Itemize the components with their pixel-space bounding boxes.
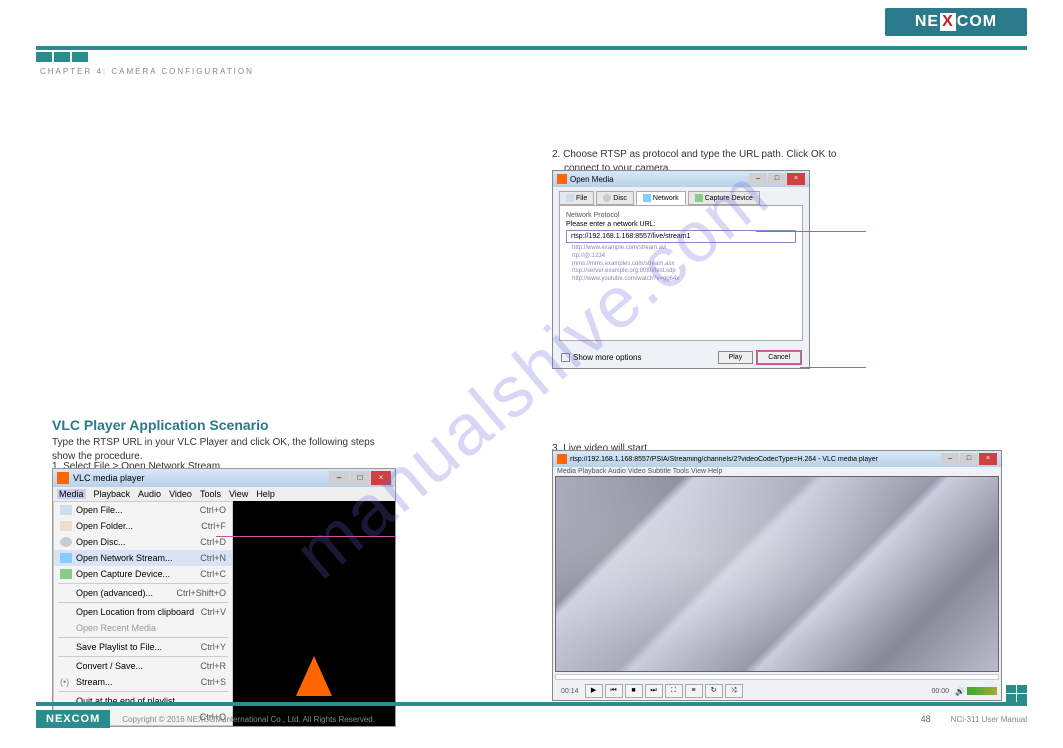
- menu-item-convert[interactable]: Convert / Save...Ctrl+R: [54, 658, 232, 674]
- media-dropdown: Open File...Ctrl+O Open Folder...Ctrl+F …: [53, 501, 233, 726]
- open-media-footer: Show more options Play Cancel: [553, 347, 809, 368]
- close-icon[interactable]: ×: [787, 173, 805, 185]
- open-media-tabs: File Disc Network Capture Device: [553, 187, 809, 205]
- callout-line-1: [216, 536, 396, 537]
- menu-help[interactable]: Help: [256, 489, 275, 499]
- close-icon[interactable]: ×: [371, 471, 391, 485]
- brand-logo: NEXCOM: [885, 8, 1027, 36]
- network-protocol-label: Network Protocol: [566, 212, 796, 219]
- cancel-button[interactable]: Cancel: [757, 351, 801, 364]
- menu-item-open-network-stream[interactable]: Open Network Stream...Ctrl+N: [54, 550, 232, 566]
- menu-item-open-capture[interactable]: Open Capture Device...Ctrl+C: [54, 566, 232, 582]
- tab-capture[interactable]: Capture Device: [688, 191, 760, 205]
- url-prompt: Please enter a network URL:: [566, 221, 796, 228]
- header-rule: [36, 46, 1027, 50]
- play-button[interactable]: ▶: [585, 684, 603, 698]
- footer-manual: NCi-311 User Manual: [951, 715, 1027, 724]
- more-options-label: Show more options: [573, 353, 641, 362]
- vlc-video-area: [233, 501, 395, 726]
- menu-audio[interactable]: Audio: [138, 489, 161, 499]
- menu-tools[interactable]: Tools: [200, 489, 221, 499]
- minimize-icon[interactable]: –: [941, 453, 959, 465]
- section-title: VLC Player Application Scenario: [52, 416, 269, 436]
- playlist-button[interactable]: ≡: [685, 684, 703, 698]
- video-canvas: [555, 476, 999, 672]
- footer-copyright: Copyright © 2016 NEXCOM International Co…: [122, 715, 375, 724]
- step2-text1: 2. Choose RTSP as protocol and type the …: [552, 148, 836, 162]
- video-screenshot: rtsp://192.168.1.168:8557/PSIA/Streaming…: [552, 450, 1002, 701]
- footer-blocks: [1006, 685, 1027, 702]
- chapter-label: CHAPTER 4: CAMERA CONFIGURATION: [40, 66, 254, 77]
- vlc-menubar: Media Playback Audio Video Tools View He…: [53, 487, 395, 501]
- open-media-screenshot: Open Media – □ × File Disc Network Captu…: [552, 170, 810, 369]
- page-header: NEXCOM: [0, 0, 1063, 60]
- menu-item-open-clipboard[interactable]: Open Location from clipboardCtrl+V: [54, 604, 232, 620]
- time-total: 00:00: [932, 688, 950, 695]
- callout-line-url: [756, 231, 866, 232]
- vlc-title: VLC media player: [73, 473, 145, 483]
- vlc-icon: [57, 472, 69, 484]
- tab-disc[interactable]: Disc: [596, 191, 634, 205]
- video-controls: 00:14 ▶ ⏮ ■ ⏭ ⛶ ≡ ↻ ⤨ 00:00 🔊: [553, 682, 1001, 700]
- footer-logo: NEXCOM: [36, 710, 110, 728]
- open-media-titlebar: Open Media – □ ×: [553, 171, 809, 187]
- vlc-icon: [557, 174, 567, 184]
- callout-line-cancel: [800, 367, 866, 368]
- volume-slider[interactable]: [967, 687, 997, 695]
- minimize-icon[interactable]: –: [749, 173, 767, 185]
- vlc-titlebar: VLC media player – □ ×: [53, 469, 395, 487]
- maximize-icon[interactable]: □: [768, 173, 786, 185]
- time-elapsed: 00:14: [561, 688, 579, 695]
- close-icon[interactable]: ×: [979, 453, 997, 465]
- video-menubar[interactable]: Media Playback Audio Video Subtitle Tool…: [553, 467, 1001, 476]
- url-examples: http://www.example.com/stream.avi rtp://…: [566, 245, 796, 284]
- loop-button[interactable]: ↻: [705, 684, 723, 698]
- minimize-icon[interactable]: –: [329, 471, 349, 485]
- fullscreen-button[interactable]: ⛶: [665, 684, 683, 698]
- play-button[interactable]: Play: [718, 351, 754, 364]
- menu-media[interactable]: Media: [57, 489, 86, 499]
- video-titlebar: rtsp://192.168.1.168:8557/PSIA/Streaming…: [553, 451, 1001, 467]
- tab-network[interactable]: Network: [636, 191, 686, 205]
- open-media-title: Open Media: [570, 175, 614, 184]
- menu-view[interactable]: View: [229, 489, 248, 499]
- prev-button[interactable]: ⏮: [605, 684, 623, 698]
- stop-button[interactable]: ■: [625, 684, 643, 698]
- network-panel: Network Protocol Please enter a network …: [559, 205, 803, 341]
- menu-video[interactable]: Video: [169, 489, 192, 499]
- footer-page: 48: [921, 714, 931, 724]
- menu-item-open-folder[interactable]: Open Folder...Ctrl+F: [54, 518, 232, 534]
- video-title: rtsp://192.168.1.168:8557/PSIA/Streaming…: [570, 456, 878, 463]
- page-footer: NEXCOM Copyright © 2016 NEXCOM Internati…: [36, 702, 1027, 728]
- seek-bar[interactable]: [555, 674, 999, 680]
- vlc-cone-icon: [296, 656, 332, 696]
- vlc-icon: [557, 454, 567, 464]
- menu-item-save-playlist[interactable]: Save Playlist to File...Ctrl+Y: [54, 639, 232, 655]
- more-options-checkbox[interactable]: [561, 353, 570, 362]
- menu-item-open-disc[interactable]: Open Disc...Ctrl+D: [54, 534, 232, 550]
- vlc-menu-screenshot: VLC media player – □ × Media Playback Au…: [52, 468, 396, 727]
- next-button[interactable]: ⏭: [645, 684, 663, 698]
- menu-item-open-advanced[interactable]: Open (advanced)...Ctrl+Shift+O: [54, 585, 232, 601]
- tab-file[interactable]: File: [559, 191, 594, 205]
- header-blocks: [36, 52, 90, 62]
- menu-item-open-file[interactable]: Open File...Ctrl+O: [54, 502, 232, 518]
- maximize-icon[interactable]: □: [960, 453, 978, 465]
- menu-item-open-recent[interactable]: Open Recent Media: [54, 620, 232, 636]
- mute-icon[interactable]: 🔊: [955, 687, 965, 696]
- menu-playback[interactable]: Playback: [94, 489, 131, 499]
- menu-item-stream[interactable]: (•)Stream...Ctrl+S: [54, 674, 232, 690]
- shuffle-button[interactable]: ⤨: [725, 684, 743, 698]
- maximize-icon[interactable]: □: [350, 471, 370, 485]
